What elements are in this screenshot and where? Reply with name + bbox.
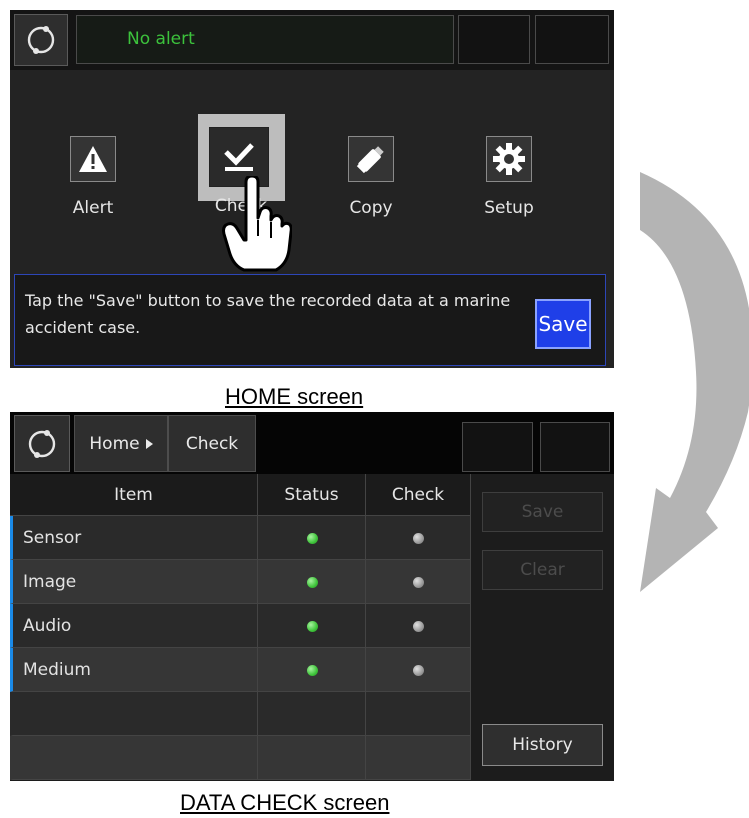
data-check-screen: Home Check Item Status Check Sensor Image… <box>10 412 614 781</box>
check-indicator-icon <box>413 576 424 588</box>
status-indicator-button[interactable] <box>14 415 70 472</box>
alert-menu-button[interactable]: Alert <box>48 136 138 246</box>
status-indicator-icon <box>306 532 318 544</box>
row-item-label: Sensor <box>10 516 258 560</box>
pointing-hand-icon <box>222 176 292 272</box>
status-indicator-icon <box>306 620 318 632</box>
status-indicator-icon <box>306 576 318 588</box>
status-indicator-button[interactable] <box>14 14 68 66</box>
breadcrumb-home-label: Home <box>89 433 140 454</box>
clear-button-disabled[interactable]: Clear <box>482 550 603 590</box>
top-slot-1 <box>458 15 530 64</box>
column-header-status: Status <box>258 474 366 516</box>
table-row <box>10 692 471 736</box>
table-row <box>10 736 471 780</box>
breadcrumb-current-label: Check <box>185 433 239 454</box>
table-header: Item Status Check <box>10 474 471 516</box>
row-check-cell <box>366 692 471 736</box>
status-ring-icon <box>28 429 56 458</box>
status-ring-icon <box>27 26 55 54</box>
setup-menu-button[interactable]: Setup <box>464 136 554 246</box>
row-item-label <box>10 692 258 736</box>
breadcrumb-arrow-icon <box>145 438 153 449</box>
setup-menu-label: Setup <box>484 198 534 218</box>
gear-icon <box>486 136 532 182</box>
breadcrumb-current: Check <box>168 415 256 472</box>
alert-display[interactable]: No alert <box>76 15 454 64</box>
row-status-cell <box>258 648 366 692</box>
history-button[interactable]: History <box>482 724 603 766</box>
row-status-cell <box>258 560 366 604</box>
row-status-cell <box>258 736 366 780</box>
alert-text: No alert <box>127 29 195 49</box>
top-slot-2 <box>535 15 609 64</box>
data-check-screen-caption: DATA CHECK screen <box>180 790 390 815</box>
save-button[interactable]: Save <box>535 299 591 349</box>
table-row[interactable]: Audio <box>10 604 471 648</box>
column-header-item: Item <box>10 474 258 516</box>
check-indicator-icon <box>413 620 424 632</box>
warning-icon <box>70 136 116 182</box>
usb-drive-icon <box>348 136 394 182</box>
row-check-cell <box>366 516 471 560</box>
table-row[interactable]: Image <box>10 560 471 604</box>
column-header-check: Check <box>366 474 471 516</box>
table-row[interactable]: Sensor <box>10 516 471 560</box>
check-indicator-icon <box>413 664 424 676</box>
alert-menu-label: Alert <box>72 198 114 218</box>
data-check-top-bar: Home Check <box>10 412 614 474</box>
copy-menu-label: Copy <box>349 198 393 218</box>
row-item-label: Medium <box>10 648 258 692</box>
save-info-panel: Tap the "Save" button to save the record… <box>14 274 606 366</box>
row-status-cell <box>258 692 366 736</box>
row-item-label: Audio <box>10 604 258 648</box>
transition-arrow-icon <box>640 172 749 592</box>
copy-menu-button[interactable]: Copy <box>326 136 416 246</box>
row-check-cell <box>366 604 471 648</box>
row-check-cell <box>366 648 471 692</box>
row-check-cell <box>366 560 471 604</box>
row-item-label <box>10 736 258 780</box>
table-row[interactable]: Medium <box>10 648 471 692</box>
row-status-cell <box>258 604 366 648</box>
save-button-disabled[interactable]: Save <box>482 492 603 532</box>
breadcrumb-home[interactable]: Home <box>74 415 168 472</box>
check-indicator-icon <box>413 532 424 544</box>
top-slot-1 <box>462 422 533 472</box>
top-slot-2 <box>540 422 610 472</box>
home-top-bar: No alert <box>10 10 614 70</box>
home-screen-caption: HOME screen <box>225 384 364 409</box>
home-screen: No alert Alert Check Copy Setup Tap the … <box>10 10 614 368</box>
status-indicator-icon <box>306 664 318 676</box>
row-item-label: Image <box>10 560 258 604</box>
row-check-cell <box>366 736 471 780</box>
save-info-text: Tap the "Save" button to save the record… <box>25 291 511 337</box>
row-status-cell <box>258 516 366 560</box>
